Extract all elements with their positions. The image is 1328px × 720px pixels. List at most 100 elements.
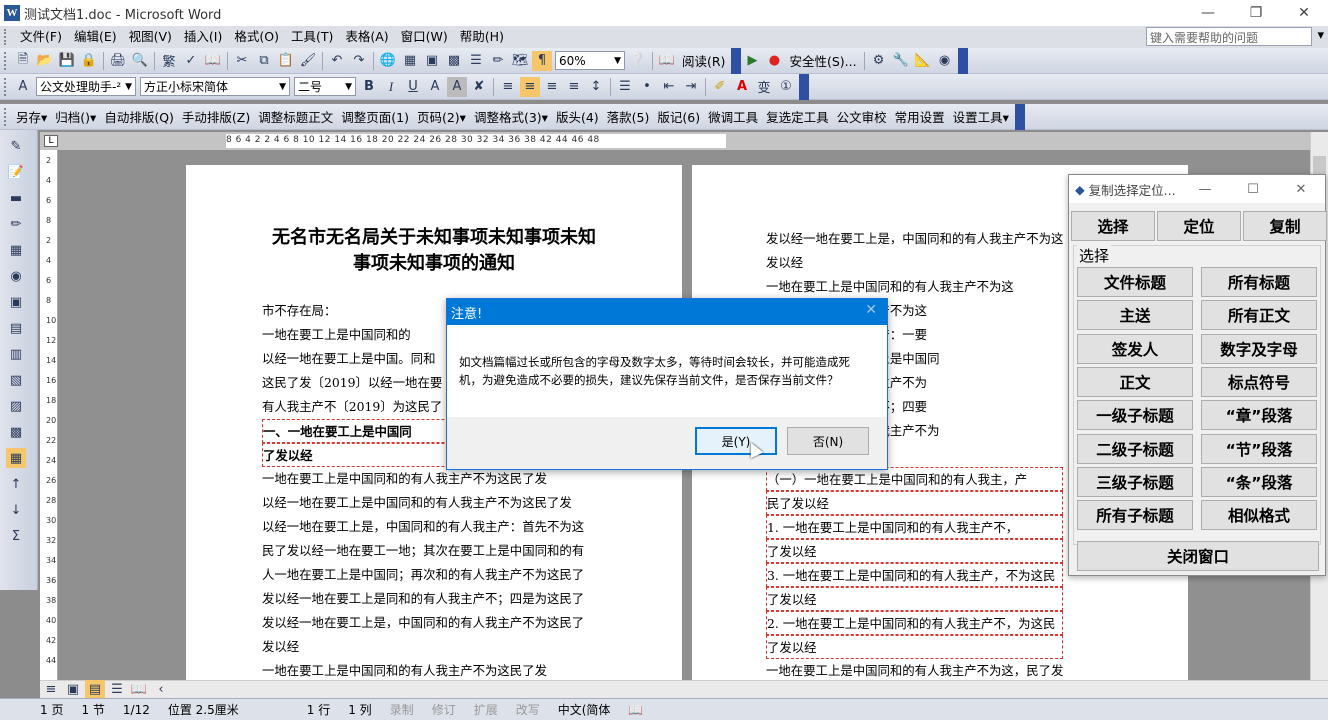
- drawing-icon[interactable]: ✏: [488, 51, 508, 71]
- outline-view-icon[interactable]: ☰: [107, 680, 127, 700]
- table-icon[interactable]: ▦: [6, 448, 26, 468]
- tables-borders-icon[interactable]: ▦: [400, 51, 420, 71]
- redo-icon[interactable]: ↷: [349, 51, 369, 71]
- file-title-button[interactable]: 文件标题: [1077, 267, 1193, 297]
- traditional-chinese-icon[interactable]: 繁: [159, 51, 179, 71]
- underline-icon[interactable]: U: [403, 77, 423, 97]
- menu-close-icon[interactable]: ▾: [1317, 28, 1324, 43]
- close-window-button[interactable]: 关闭窗口: [1077, 541, 1319, 571]
- article-paragraph-button[interactable]: “条”段落: [1201, 466, 1317, 497]
- cut-icon[interactable]: ✂: [232, 51, 252, 71]
- header-button[interactable]: 版头(4): [552, 107, 603, 126]
- undo-icon[interactable]: ↶: [327, 51, 347, 71]
- paste-icon[interactable]: 📋: [276, 51, 296, 71]
- align-cell-icon[interactable]: ▧: [6, 370, 26, 390]
- note-icon[interactable]: 📝: [6, 162, 26, 182]
- menu-edit[interactable]: 编辑(E): [68, 26, 123, 48]
- fine-tune-button[interactable]: 微调工具: [704, 107, 762, 126]
- insert-table-icon[interactable]: ▣: [422, 51, 442, 71]
- font-color-icon[interactable]: A: [732, 77, 752, 97]
- all-titles-button[interactable]: 所有标题: [1201, 267, 1317, 297]
- columns-icon[interactable]: ☰: [466, 51, 486, 71]
- panel-maximize-icon[interactable]: ☐: [1229, 175, 1277, 203]
- hyperlink-icon[interactable]: 🌐: [378, 51, 398, 71]
- justify-icon[interactable]: ≡: [564, 77, 584, 97]
- toolbar3-grip[interactable]: [4, 107, 8, 126]
- chapter-paragraph-button[interactable]: “章”段落: [1201, 400, 1317, 431]
- help-search-input[interactable]: 键入需要帮助的问题: [1146, 27, 1312, 46]
- char-scale-icon[interactable]: ✘: [469, 77, 489, 97]
- decrease-indent-icon[interactable]: ⇤: [659, 77, 679, 97]
- spelling-icon[interactable]: ✓: [181, 51, 201, 71]
- help-icon[interactable]: ❔: [628, 51, 648, 71]
- sum-icon[interactable]: Σ: [6, 526, 26, 546]
- line-style-icon[interactable]: ▬: [6, 188, 26, 208]
- select-tab-button[interactable]: 选择: [1071, 211, 1155, 241]
- research-icon[interactable]: 📖: [203, 51, 223, 71]
- vertical-ruler[interactable]: 2 4 6 8 2 4 6 8 10 12 14 16 18 20 22 24 26 28 30 32 34 36 38 40…: [40, 150, 58, 680]
- menu-view[interactable]: 视图(V): [123, 26, 178, 48]
- bold-icon[interactable]: B: [359, 77, 379, 97]
- addin-icon[interactable]: ◉: [935, 51, 955, 71]
- phonetic-icon[interactable]: 变: [754, 77, 774, 97]
- autoformat-icon[interactable]: ▩: [6, 422, 26, 442]
- align-right-icon[interactable]: ≡: [542, 77, 562, 97]
- highlight-icon[interactable]: ✐: [710, 77, 730, 97]
- all-subtitles-button[interactable]: 所有子标题: [1077, 500, 1193, 531]
- menu-insert[interactable]: 插入(I): [178, 26, 228, 48]
- sort-asc-icon[interactable]: ↑: [6, 474, 26, 494]
- tab-selector[interactable]: L: [44, 135, 58, 147]
- menu-tools[interactable]: 工具(T): [285, 26, 339, 48]
- section-paragraph-button[interactable]: “节”段落: [1201, 433, 1317, 464]
- signer-button[interactable]: 签发人: [1077, 333, 1193, 364]
- close-icon[interactable]: ✕: [1280, 0, 1328, 26]
- tools-icon[interactable]: 🔧: [891, 51, 911, 71]
- pen-icon[interactable]: ✏: [6, 214, 26, 234]
- status-rec[interactable]: 录制: [381, 701, 423, 718]
- menu-window[interactable]: 窗口(W): [395, 26, 454, 48]
- dialog-close-icon[interactable]: ✕: [865, 302, 877, 318]
- size-select[interactable]: 二号 ▼: [294, 77, 356, 96]
- zoom-select[interactable]: 60% ▼: [555, 51, 625, 70]
- record-button[interactable]: 版记(6): [653, 107, 704, 126]
- similar-format-button[interactable]: 相似格式: [1201, 500, 1317, 531]
- panel-minimize-icon[interactable]: —: [1181, 175, 1229, 203]
- fill-icon[interactable]: ◉: [6, 266, 26, 286]
- vba-icon[interactable]: ⚙: [869, 51, 889, 71]
- security-button[interactable]: 安全性(S)...: [785, 51, 860, 70]
- check-select-button[interactable]: 复选定工具: [762, 107, 833, 126]
- status-trk[interactable]: 修订: [423, 701, 465, 718]
- signature-button[interactable]: 落款(5): [603, 107, 654, 126]
- enclose-char-icon[interactable]: ①: [776, 77, 796, 97]
- print-layout-icon[interactable]: ▤: [85, 679, 105, 700]
- border-icon[interactable]: ▦: [6, 240, 26, 260]
- level3-subtitle-button[interactable]: 三级子标题: [1077, 466, 1193, 497]
- auto-layout-button[interactable]: 自动排版(Q): [100, 107, 178, 126]
- menu-format[interactable]: 格式(O): [228, 26, 285, 48]
- align-center-icon[interactable]: ≡: [520, 76, 540, 97]
- increase-indent-icon[interactable]: ⇥: [681, 77, 701, 97]
- bullets-icon[interactable]: •: [637, 77, 657, 97]
- yes-button[interactable]: 是(Y): [695, 427, 777, 455]
- toolbar2-grip[interactable]: [4, 77, 8, 96]
- print-icon[interactable]: 🖨: [108, 51, 128, 71]
- format-painter-icon[interactable]: 🖌: [298, 51, 318, 71]
- saveas-button[interactable]: 另存▾: [12, 107, 51, 126]
- web-view-icon[interactable]: ▣: [63, 680, 83, 700]
- panel-close-icon[interactable]: ✕: [1277, 175, 1325, 203]
- read-icon[interactable]: 📖: [657, 51, 677, 71]
- horizontal-scrollbar[interactable]: ≡ ▣ ▤ ☰ 📖 ‹: [40, 679, 1328, 700]
- menu-table[interactable]: 表格(A): [339, 26, 394, 48]
- restore-icon[interactable]: ❐: [1232, 0, 1280, 26]
- body-text-button[interactable]: 正文: [1077, 366, 1193, 397]
- adjust-format-button[interactable]: 调整格式(3)▾: [470, 107, 552, 126]
- menu-file[interactable]: 文件(F): [14, 26, 68, 48]
- menu-help[interactable]: 帮助(H): [454, 26, 510, 48]
- adjust-page-button[interactable]: 调整页面(1): [337, 107, 413, 126]
- style-select[interactable]: 公文处理助手-² ▼: [36, 77, 136, 96]
- print-preview-icon[interactable]: 🔍: [130, 51, 150, 71]
- main-recipient-button[interactable]: 主送: [1077, 300, 1193, 331]
- menu-grip[interactable]: [4, 29, 10, 45]
- open-icon[interactable]: 📂: [35, 51, 55, 71]
- table-grid-icon[interactable]: ▣: [6, 292, 26, 312]
